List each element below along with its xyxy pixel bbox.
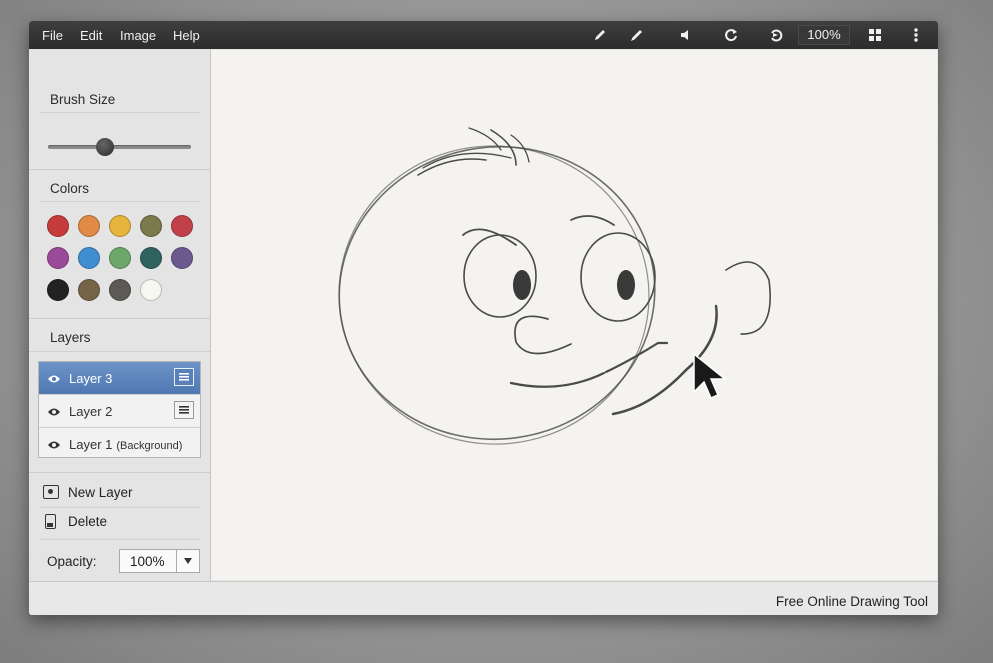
layer-sub-label: (Background) [116, 440, 183, 452]
color-swatch[interactable] [140, 215, 162, 237]
color-swatch[interactable] [171, 215, 193, 237]
layer-name: Layer 3 [69, 371, 113, 386]
delete-icon [45, 514, 56, 529]
layer-name: Layer 2 [69, 404, 113, 419]
divider [40, 539, 200, 540]
delete-label: Delete [68, 514, 108, 529]
menu-edit[interactable]: Edit [80, 28, 102, 43]
eye-icon[interactable] [47, 372, 61, 387]
chevron-down-icon[interactable] [176, 550, 199, 572]
divider [29, 351, 210, 352]
section-divider [29, 169, 210, 170]
layer-name-text: Layer 1 [69, 437, 113, 452]
drawing-canvas[interactable] [211, 50, 937, 580]
new-layer-icon [43, 485, 59, 499]
layer-menu-icon[interactable] [174, 401, 194, 419]
new-layer-button[interactable]: New Layer [43, 483, 203, 505]
menu-file[interactable]: File [42, 28, 63, 43]
color-swatch[interactable] [140, 279, 162, 301]
color-swatch[interactable] [140, 247, 162, 269]
status-bar: Free Online Drawing Tool [29, 581, 938, 615]
section-divider [29, 318, 210, 319]
layer-row-3[interactable]: Layer 3 [39, 362, 200, 394]
pencil-icon[interactable] [588, 25, 612, 45]
cursor-icon [693, 352, 728, 399]
reset-icon[interactable] [764, 25, 788, 45]
section-divider [29, 472, 210, 473]
color-swatch[interactable] [78, 215, 100, 237]
divider [40, 201, 200, 202]
color-swatch[interactable] [78, 279, 100, 301]
color-swatch[interactable] [47, 279, 69, 301]
redo-icon[interactable] [719, 25, 743, 45]
slider-track [48, 145, 191, 149]
status-text: Free Online Drawing Tool [775, 594, 928, 609]
menu-bar: File Edit Image Help 100% [29, 21, 938, 49]
color-swatch[interactable] [47, 247, 69, 269]
layer-name: Layer 1 (Background) [69, 437, 182, 452]
pen-icon[interactable] [625, 25, 649, 45]
opacity-select[interactable]: 100% [119, 549, 200, 573]
more-options-icon[interactable] [904, 25, 928, 45]
app-window: File Edit Image Help 100% Brush Size Col… [29, 21, 938, 615]
divider [40, 112, 200, 113]
color-swatch[interactable] [109, 279, 131, 301]
color-swatch[interactable] [78, 247, 100, 269]
brush-size-slider[interactable] [48, 137, 191, 157]
opacity-label: Opacity: [47, 554, 97, 569]
color-swatch[interactable] [109, 215, 131, 237]
layer-row-1[interactable]: Layer 1 (Background) [39, 427, 200, 460]
slider-thumb[interactable] [96, 138, 115, 156]
menu-image[interactable]: Image [120, 28, 156, 43]
colors-title: Colors [50, 181, 90, 196]
color-swatch[interactable] [47, 215, 69, 237]
brush-size-title: Brush Size [50, 92, 116, 107]
layers-title: Layers [50, 330, 91, 345]
sketch-drawing [338, 127, 771, 445]
layer-row-2[interactable]: Layer 2 [39, 394, 200, 427]
layers-panel: Layer 3 Layer 2 Layer 1 (Background) [38, 361, 201, 458]
zoom-level[interactable]: 100% [798, 25, 850, 45]
eye-icon[interactable] [47, 405, 61, 420]
grid-icon[interactable] [863, 25, 887, 45]
new-layer-label: New Layer [68, 485, 133, 500]
color-swatch[interactable] [171, 247, 193, 269]
layer-menu-icon[interactable] [174, 368, 194, 386]
menu-help[interactable]: Help [173, 28, 200, 43]
color-swatch[interactable] [109, 247, 131, 269]
sidebar: Brush Size Colors Layers Layer 3 Layer 2… [29, 49, 211, 581]
opacity-value: 100% [130, 554, 165, 569]
divider [40, 507, 200, 508]
delete-button[interactable]: Delete [43, 513, 203, 535]
volume-icon[interactable] [674, 25, 698, 45]
eye-icon[interactable] [47, 438, 61, 453]
